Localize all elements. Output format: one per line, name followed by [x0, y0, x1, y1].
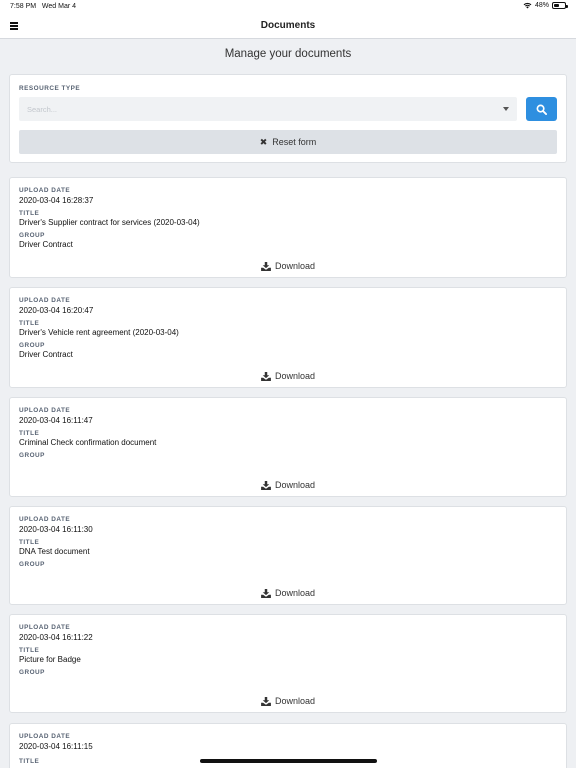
- title-label: TITLE: [19, 210, 40, 217]
- download-button[interactable]: Download: [10, 371, 566, 381]
- close-icon: ✖: [259, 136, 268, 147]
- title-label: TITLE: [19, 539, 40, 546]
- download-button[interactable]: Download: [10, 696, 566, 706]
- upload-date-value: 2020-03-04 16:11:15: [19, 742, 93, 751]
- document-card: UPLOAD DATE 2020-03-04 16:11:22 TITLE Pi…: [9, 614, 567, 713]
- search-button[interactable]: [526, 97, 557, 121]
- group-label: GROUP: [19, 669, 45, 676]
- reset-form-label: Reset form: [272, 137, 317, 147]
- title-value: Driver's Vehicle rent agreement (2020-03…: [19, 328, 179, 337]
- battery-icon: [552, 2, 568, 9]
- title-label: TITLE: [19, 430, 40, 437]
- status-bar: 7:58 PM Wed Mar 4 48%: [0, 0, 576, 14]
- page-title: Documents: [260, 20, 316, 31]
- title-value: DNA Test document: [19, 547, 90, 556]
- home-indicator: [200, 759, 377, 763]
- download-label: Download: [274, 261, 316, 271]
- download-icon: [261, 588, 271, 598]
- group-value: Driver Contract: [19, 240, 73, 249]
- title-label: TITLE: [19, 758, 40, 765]
- group-label: GROUP: [19, 342, 45, 349]
- status-time-date: 7:58 PM Wed Mar 4: [10, 3, 76, 10]
- download-label: Download: [274, 588, 316, 598]
- upload-date-label: UPLOAD DATE: [19, 516, 71, 523]
- upload-date-label: UPLOAD DATE: [19, 297, 71, 304]
- title-value: Driver's Supplier contract for services …: [19, 218, 200, 227]
- download-label: Download: [274, 696, 316, 706]
- caret-down-icon: [503, 107, 509, 111]
- status-time: 7:58 PM: [10, 3, 37, 10]
- download-button[interactable]: Download: [10, 261, 566, 271]
- group-value: Driver Contract: [19, 350, 73, 359]
- resource-type-select[interactable]: Search...: [19, 97, 517, 121]
- navigation-bar: Documents: [0, 14, 576, 39]
- group-label: GROUP: [19, 232, 45, 239]
- document-card: UPLOAD DATE 2020-03-04 16:11:30 TITLE DN…: [9, 506, 567, 605]
- upload-date-value: 2020-03-04 16:11:22: [19, 633, 93, 642]
- title-label: TITLE: [19, 320, 40, 327]
- title-value: Criminal Check confirmation document: [19, 438, 157, 447]
- page-subtitle: Manage your documents: [224, 48, 352, 60]
- search-icon: [536, 104, 547, 115]
- title-value: Picture for Badge: [19, 655, 81, 664]
- group-label: GROUP: [19, 452, 45, 459]
- upload-date-label: UPLOAD DATE: [19, 624, 71, 631]
- document-card: UPLOAD DATE 2020-03-04 16:28:37 TITLE Dr…: [9, 177, 567, 278]
- download-icon: [261, 261, 271, 271]
- battery-percent: 48%: [534, 2, 549, 9]
- upload-date-value: 2020-03-04 16:11:30: [19, 525, 93, 534]
- filter-card: RESOURCE TYPE Search... ✖ Reset form: [9, 74, 567, 163]
- upload-date-label: UPLOAD DATE: [19, 407, 71, 414]
- upload-date-label: UPLOAD DATE: [19, 187, 71, 194]
- download-label: Download: [274, 371, 316, 381]
- document-card: UPLOAD DATE 2020-03-04 16:11:47 TITLE Cr…: [9, 397, 567, 497]
- download-button[interactable]: Download: [10, 480, 566, 490]
- download-label: Download: [274, 480, 316, 490]
- document-card: UPLOAD DATE 2020-03-04 16:20:47 TITLE Dr…: [9, 287, 567, 388]
- resource-type-label: RESOURCE TYPE: [19, 85, 81, 92]
- upload-date-value: 2020-03-04 16:28:37: [19, 196, 94, 205]
- upload-date-value: 2020-03-04 16:11:47: [19, 416, 93, 425]
- upload-date-label: UPLOAD DATE: [19, 733, 71, 740]
- resource-type-placeholder: Search...: [27, 105, 58, 114]
- status-date: Wed Mar 4: [41, 3, 77, 10]
- download-icon: [261, 371, 271, 381]
- wifi-icon: [523, 2, 532, 9]
- group-label: GROUP: [19, 561, 45, 568]
- reset-form-button[interactable]: ✖ Reset form: [19, 130, 557, 154]
- download-button[interactable]: Download: [10, 588, 566, 598]
- status-right: 48%: [523, 2, 568, 9]
- upload-date-value: 2020-03-04 16:20:47: [19, 306, 94, 315]
- title-label: TITLE: [19, 647, 40, 654]
- download-icon: [261, 696, 271, 706]
- download-icon: [261, 480, 271, 490]
